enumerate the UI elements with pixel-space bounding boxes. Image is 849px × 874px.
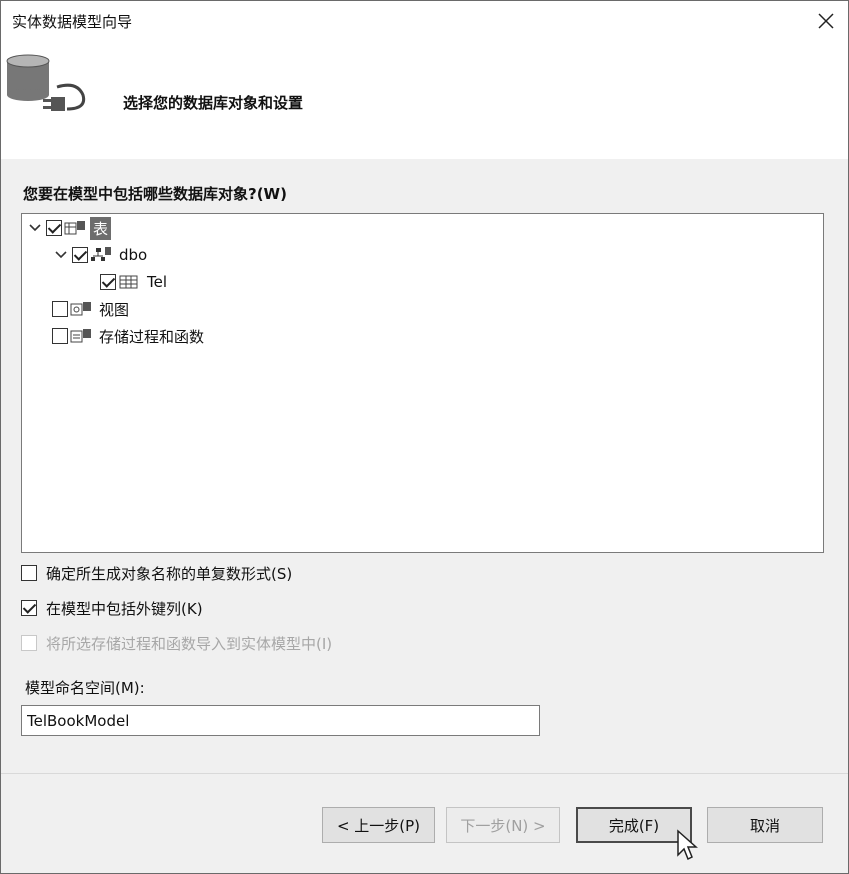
wizard-header: 选择您的数据库对象和设置 xyxy=(1,41,848,159)
table-icon xyxy=(118,273,140,291)
tree-checkbox-procedures[interactable] xyxy=(52,328,68,344)
tree-label-views: 视图 xyxy=(99,300,130,319)
tree-label-tel: Tel xyxy=(147,273,168,291)
tree-node-procedures[interactable]: 存储过程和函数 xyxy=(52,324,207,348)
database-objects-tree[interactable]: 表 dbo Tel 视图 存储过程和函数 xyxy=(21,213,824,553)
foreign-keys-checkbox[interactable] xyxy=(21,600,37,616)
import-procedures-label: 将所选存储过程和函数导入到实体模型中(I) xyxy=(46,634,333,653)
objects-question-label: 您要在模型中包括哪些数据库对象?(W) xyxy=(23,185,287,203)
entity-data-model-wizard-dialog: 实体数据模型向导 选择您的数据库对象和设置 您要在模型中包括哪些数据库对象?(W… xyxy=(0,0,849,874)
tree-checkbox-dbo[interactable] xyxy=(72,247,88,263)
tables-icon xyxy=(64,219,86,237)
procedures-icon xyxy=(70,327,92,345)
mouse-pointer-icon xyxy=(676,829,698,861)
pluralize-option[interactable]: 确定所生成对象名称的单复数形式(S) xyxy=(21,562,292,584)
page-title: 选择您的数据库对象和设置 xyxy=(123,94,304,112)
tree-checkbox-tables[interactable] xyxy=(46,220,62,236)
pluralize-label: 确定所生成对象名称的单复数形式(S) xyxy=(46,564,293,583)
finish-button[interactable]: 完成(F) xyxy=(576,807,692,843)
tree-node-views[interactable]: 视图 xyxy=(52,297,132,321)
chevron-down-icon[interactable] xyxy=(54,248,68,262)
tree-checkbox-views[interactable] xyxy=(52,301,68,317)
cancel-button[interactable]: 取消 xyxy=(707,807,823,843)
foreign-keys-label: 在模型中包括外键列(K) xyxy=(46,599,203,618)
next-button: 下一步(N) > xyxy=(446,807,560,843)
schema-icon xyxy=(90,246,112,264)
tree-label-dbo: dbo xyxy=(119,246,148,264)
pluralize-checkbox[interactable] xyxy=(21,565,37,581)
namespace-input[interactable] xyxy=(21,705,540,736)
namespace-label: 模型命名空间(M): xyxy=(25,679,145,697)
title-bar: 实体数据模型向导 xyxy=(1,1,848,41)
tree-node-tables[interactable]: 表 xyxy=(28,216,112,240)
chevron-down-icon[interactable] xyxy=(28,221,42,235)
database-connection-icon xyxy=(5,53,91,123)
tree-label-procedures: 存储过程和函数 xyxy=(99,327,205,346)
import-procedures-option: 将所选存储过程和函数导入到实体模型中(I) xyxy=(21,632,332,654)
close-icon[interactable] xyxy=(814,9,838,33)
import-procedures-checkbox xyxy=(21,635,37,651)
previous-button[interactable]: < 上一步(P) xyxy=(322,807,435,843)
tree-label-tables: 表 xyxy=(90,216,112,240)
divider xyxy=(1,773,848,774)
wizard-body: 您要在模型中包括哪些数据库对象?(W) 表 dbo Tel 视图 存储过程和函数… xyxy=(1,159,848,873)
tree-checkbox-tel[interactable] xyxy=(100,274,116,290)
tree-node-tel[interactable]: Tel xyxy=(100,270,170,294)
foreign-keys-option[interactable]: 在模型中包括外键列(K) xyxy=(21,597,203,619)
tree-node-dbo[interactable]: dbo xyxy=(54,243,150,267)
window-title: 实体数据模型向导 xyxy=(12,13,133,31)
views-icon xyxy=(70,300,92,318)
